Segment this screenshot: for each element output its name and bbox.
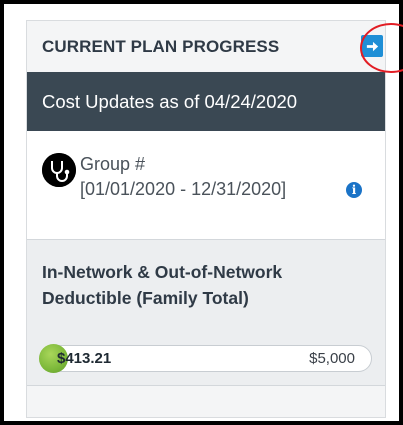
- panel-header: CURRENT PLAN PROGRESS: [27, 21, 385, 71]
- plan-date-range: [01/01/2020 - 12/31/2020]: [80, 179, 287, 199]
- plan-progress-panel: CURRENT PLAN PROGRESS Cost Updates as of…: [26, 20, 386, 418]
- cost-update-text: Cost Updates as of 04/24/2020: [42, 91, 298, 112]
- group-info: Group # [01/01/2020 - 12/31/2020] i: [27, 131, 385, 240]
- deductible-section: In-Network & Out-of-Network Deductible (…: [27, 240, 385, 385]
- deductible-title: In-Network & Out-of-Network Deductible (…: [42, 262, 283, 308]
- stethoscope-icon: [42, 153, 76, 187]
- deductible-max: $5,000: [309, 350, 355, 367]
- cost-update-banner: Cost Updates as of 04/24/2020: [27, 72, 385, 131]
- info-icon[interactable]: i: [346, 182, 362, 198]
- section-divider: [27, 385, 385, 386]
- group-number-label: Group #: [80, 154, 146, 174]
- deductible-spent: $413.21: [57, 350, 112, 367]
- panel-title: CURRENT PLAN PROGRESS: [42, 37, 280, 56]
